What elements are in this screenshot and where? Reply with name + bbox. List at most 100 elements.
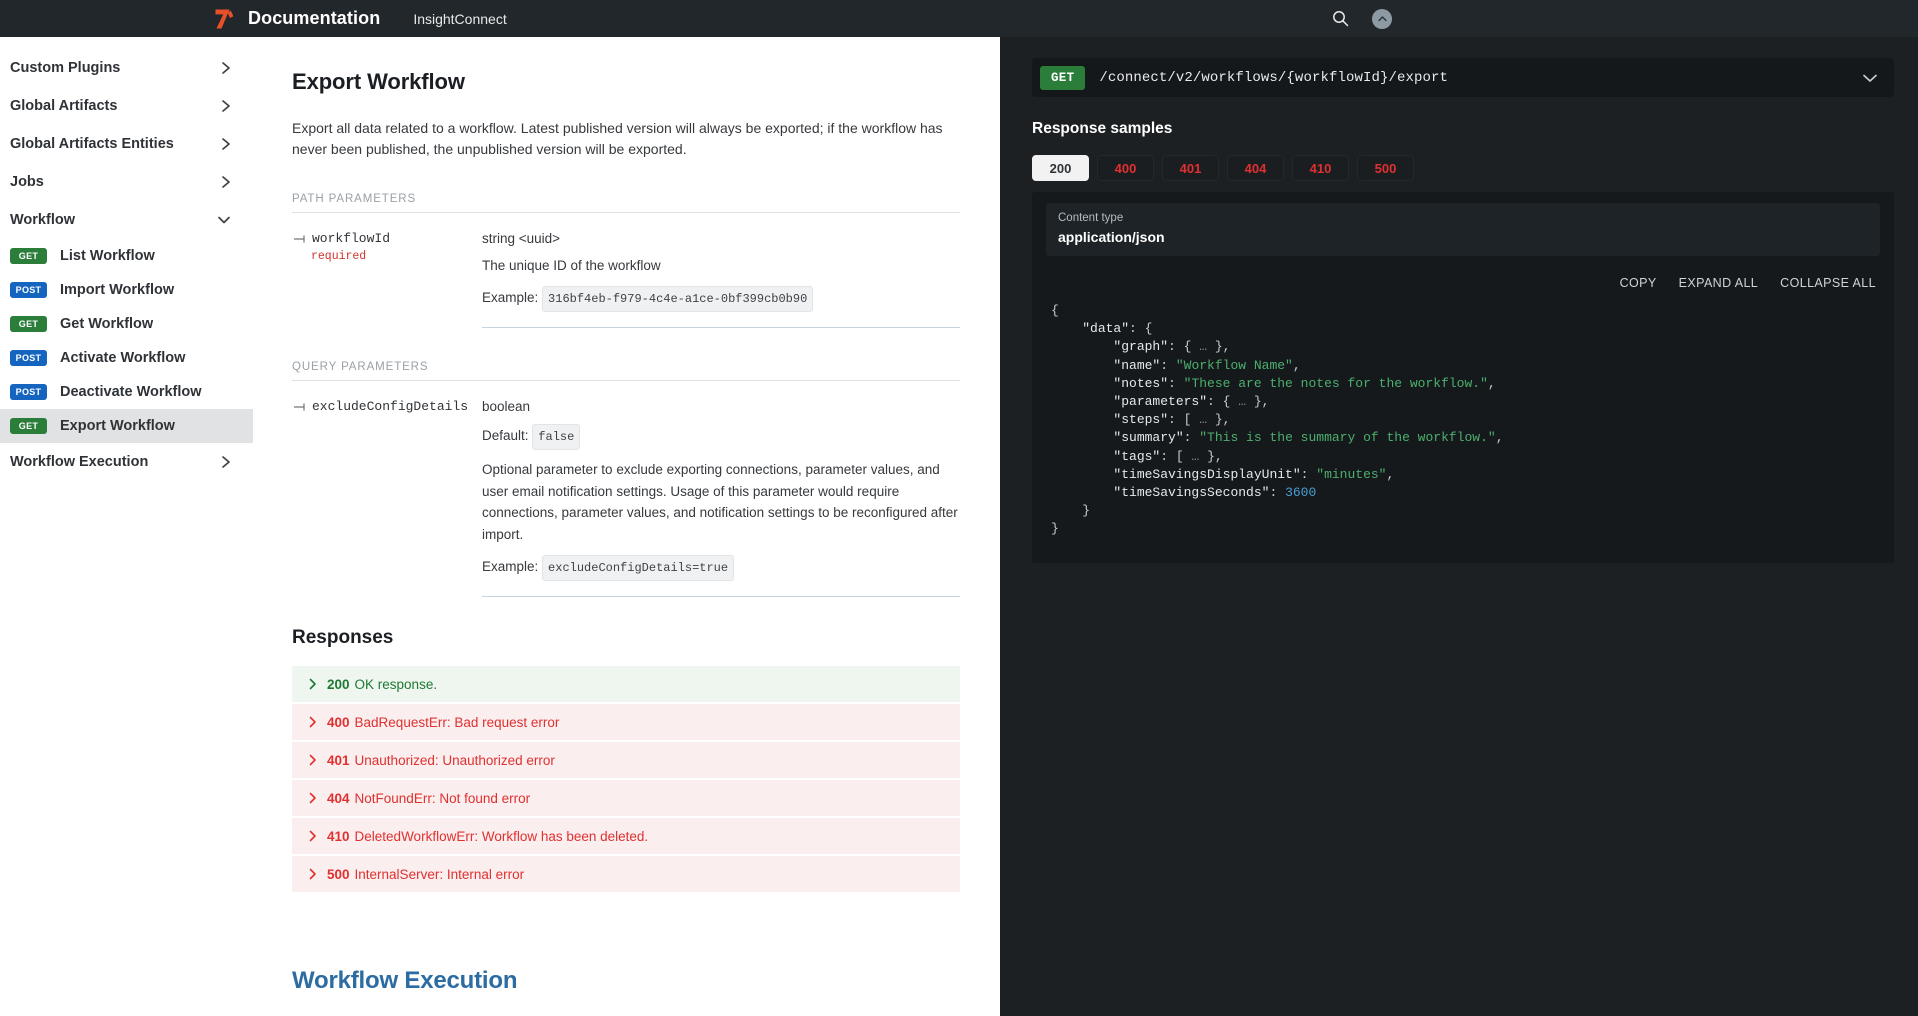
main-content: Export Workflow Export all data related …: [253, 37, 1000, 1016]
parameter-required-label: required: [311, 250, 367, 263]
json-punctuation: : [: [1160, 448, 1192, 464]
chevron-right-icon: [221, 455, 231, 469]
sidebar-item-deactivate-workflow[interactable]: POST Deactivate Workflow: [0, 375, 253, 409]
response-code: 404: [327, 790, 350, 806]
json-key: "graph": [1113, 339, 1169, 355]
sidebar-group-label: Global Artifacts Entities: [10, 136, 174, 152]
endpoint-bar[interactable]: GET /connect/v2/workflows/{workflowId}/e…: [1032, 58, 1894, 97]
status-tab-410[interactable]: 410: [1292, 155, 1349, 181]
json-punctuation: : [: [1168, 412, 1200, 428]
chevron-right-icon: [309, 868, 317, 880]
parameter-default: Default: false: [482, 424, 960, 450]
sidebar-item-activate-workflow[interactable]: POST Activate Workflow: [0, 341, 253, 375]
chevron-right-icon: [221, 61, 231, 75]
brand[interactable]: Documentation InsightConnect: [214, 8, 507, 30]
json-string: "This is the summary of the workflow.": [1199, 430, 1496, 446]
expand-all-button[interactable]: EXPAND ALL: [1679, 276, 1759, 290]
json-line: "timeSavingsDisplayUnit": "minutes",: [1051, 466, 1880, 484]
response-row-500[interactable]: 500 InternalServer: Internal error: [292, 856, 960, 892]
sidebar-group-workflow-execution[interactable]: Workflow Execution: [0, 443, 253, 481]
sidebar-item-get-workflow[interactable]: GET Get Workflow: [0, 307, 253, 341]
tree-connector-icon: [294, 402, 306, 412]
status-tab-200[interactable]: 200: [1032, 155, 1089, 181]
json-punctuation: ,: [1292, 357, 1301, 373]
status-tab-404[interactable]: 404: [1227, 155, 1284, 181]
endpoint-method-badge: GET: [1040, 65, 1086, 90]
method-badge: POST: [10, 350, 47, 366]
chevron-right-icon: [221, 175, 231, 189]
parameter-detail-column: boolean Default: false Optional paramete…: [482, 399, 960, 597]
json-punctuation: ,: [1487, 375, 1496, 391]
json-line: "timeSavingsSeconds": 3600: [1051, 484, 1880, 502]
sidebar-group-global-artifacts-entities[interactable]: Global Artifacts Entities: [0, 125, 253, 163]
response-row-401[interactable]: 401 Unauthorized: Unauthorized error: [292, 742, 960, 778]
chevron-right-icon: [309, 754, 317, 766]
path-parameter-row: workflowId required string <uuid> The un…: [292, 213, 960, 328]
json-punctuation: : {: [1129, 321, 1153, 337]
parameter-name-column: excludeConfigDetails: [292, 399, 482, 597]
right-panel: GET /connect/v2/workflows/{workflowId}/e…: [1000, 37, 1918, 1016]
chevron-right-icon: [309, 678, 317, 690]
sidebar-group-label: Custom Plugins: [10, 60, 121, 76]
content-type-selector[interactable]: Content type application/json: [1046, 203, 1880, 256]
parameter-example: Example: excludeConfigDetails=true: [482, 555, 960, 581]
sidebar: Custom Plugins Global Artifacts Global A…: [0, 37, 253, 1016]
status-tab-500[interactable]: 500: [1357, 155, 1414, 181]
sidebar-group-global-artifacts[interactable]: Global Artifacts: [0, 87, 253, 125]
example-label: Example:: [482, 290, 539, 305]
code-actions: COPY EXPAND ALL COLLAPSE ALL: [1046, 276, 1880, 290]
response-code: 410: [327, 828, 350, 844]
response-row-200[interactable]: 200 OK response.: [292, 666, 960, 702]
sidebar-group-label: Workflow: [10, 212, 75, 228]
response-row-410[interactable]: 410 DeletedWorkflowErr: Workflow has bee…: [292, 818, 960, 854]
status-tab-401[interactable]: 401: [1162, 155, 1219, 181]
sidebar-group-label: Jobs: [10, 174, 44, 190]
brand-product: InsightConnect: [413, 10, 507, 27]
json-key: "name": [1113, 357, 1161, 373]
top-bar: Documentation InsightConnect: [0, 0, 1918, 37]
sidebar-item-export-workflow[interactable]: GET Export Workflow: [0, 409, 253, 443]
response-row-404[interactable]: 404 NotFoundErr: Not found error: [292, 780, 960, 816]
json-line: "graph": { … },: [1051, 338, 1880, 356]
response-code: 401: [327, 752, 350, 768]
chevron-right-icon: [309, 792, 317, 804]
parameter-description: Optional parameter to exclude exporting …: [482, 462, 958, 542]
sidebar-group-custom-plugins[interactable]: Custom Plugins: [0, 49, 253, 87]
parameter-description: The unique ID of the workflow: [482, 258, 661, 273]
sidebar-group-jobs[interactable]: Jobs: [0, 163, 253, 201]
search-icon[interactable]: [1330, 9, 1350, 29]
example-value: excludeConfigDetails=true: [542, 555, 735, 581]
response-row-400[interactable]: 400 BadRequestErr: Bad request error: [292, 704, 960, 740]
parameter-name: excludeConfigDetails: [312, 399, 469, 414]
sidebar-group-workflow[interactable]: Workflow: [0, 201, 253, 239]
parameter-name: workflowId: [312, 231, 391, 246]
sidebar-item-label: Activate Workflow: [60, 350, 186, 366]
response-text: NotFoundErr: Not found error: [354, 790, 531, 806]
sidebar-item-import-workflow[interactable]: POST Import Workflow: [0, 273, 253, 307]
json-key: "parameters": [1113, 394, 1208, 410]
json-punctuation: :: [1160, 357, 1176, 373]
response-text: BadRequestErr: Bad request error: [354, 714, 560, 730]
chevron-down-icon[interactable]: [1862, 73, 1878, 83]
json-string: "These are the notes for the workflow.": [1183, 375, 1488, 391]
json-ellipsis: …: [1199, 339, 1208, 355]
json-punctuation: },: [1207, 339, 1231, 355]
chevron-up-avatar-icon[interactable]: [1372, 8, 1392, 29]
page-title: Export Workflow: [292, 69, 465, 94]
collapse-all-button[interactable]: COLLAPSE ALL: [1780, 276, 1876, 290]
json-punctuation: : {: [1168, 339, 1200, 355]
status-tab-400[interactable]: 400: [1097, 155, 1154, 181]
copy-button[interactable]: COPY: [1620, 276, 1657, 290]
page-description: Export all data related to a workflow. L…: [292, 120, 943, 157]
path-parameters-label: PATH PARAMETERS: [292, 193, 417, 205]
status-code-tabs: 200 400 401 404 410 500: [1032, 155, 1894, 181]
json-punctuation: ,: [1495, 430, 1504, 446]
sidebar-item-list-workflow[interactable]: GET List Workflow: [0, 239, 253, 273]
chevron-right-icon: [309, 716, 317, 728]
sidebar-item-label: Import Workflow: [60, 282, 175, 298]
